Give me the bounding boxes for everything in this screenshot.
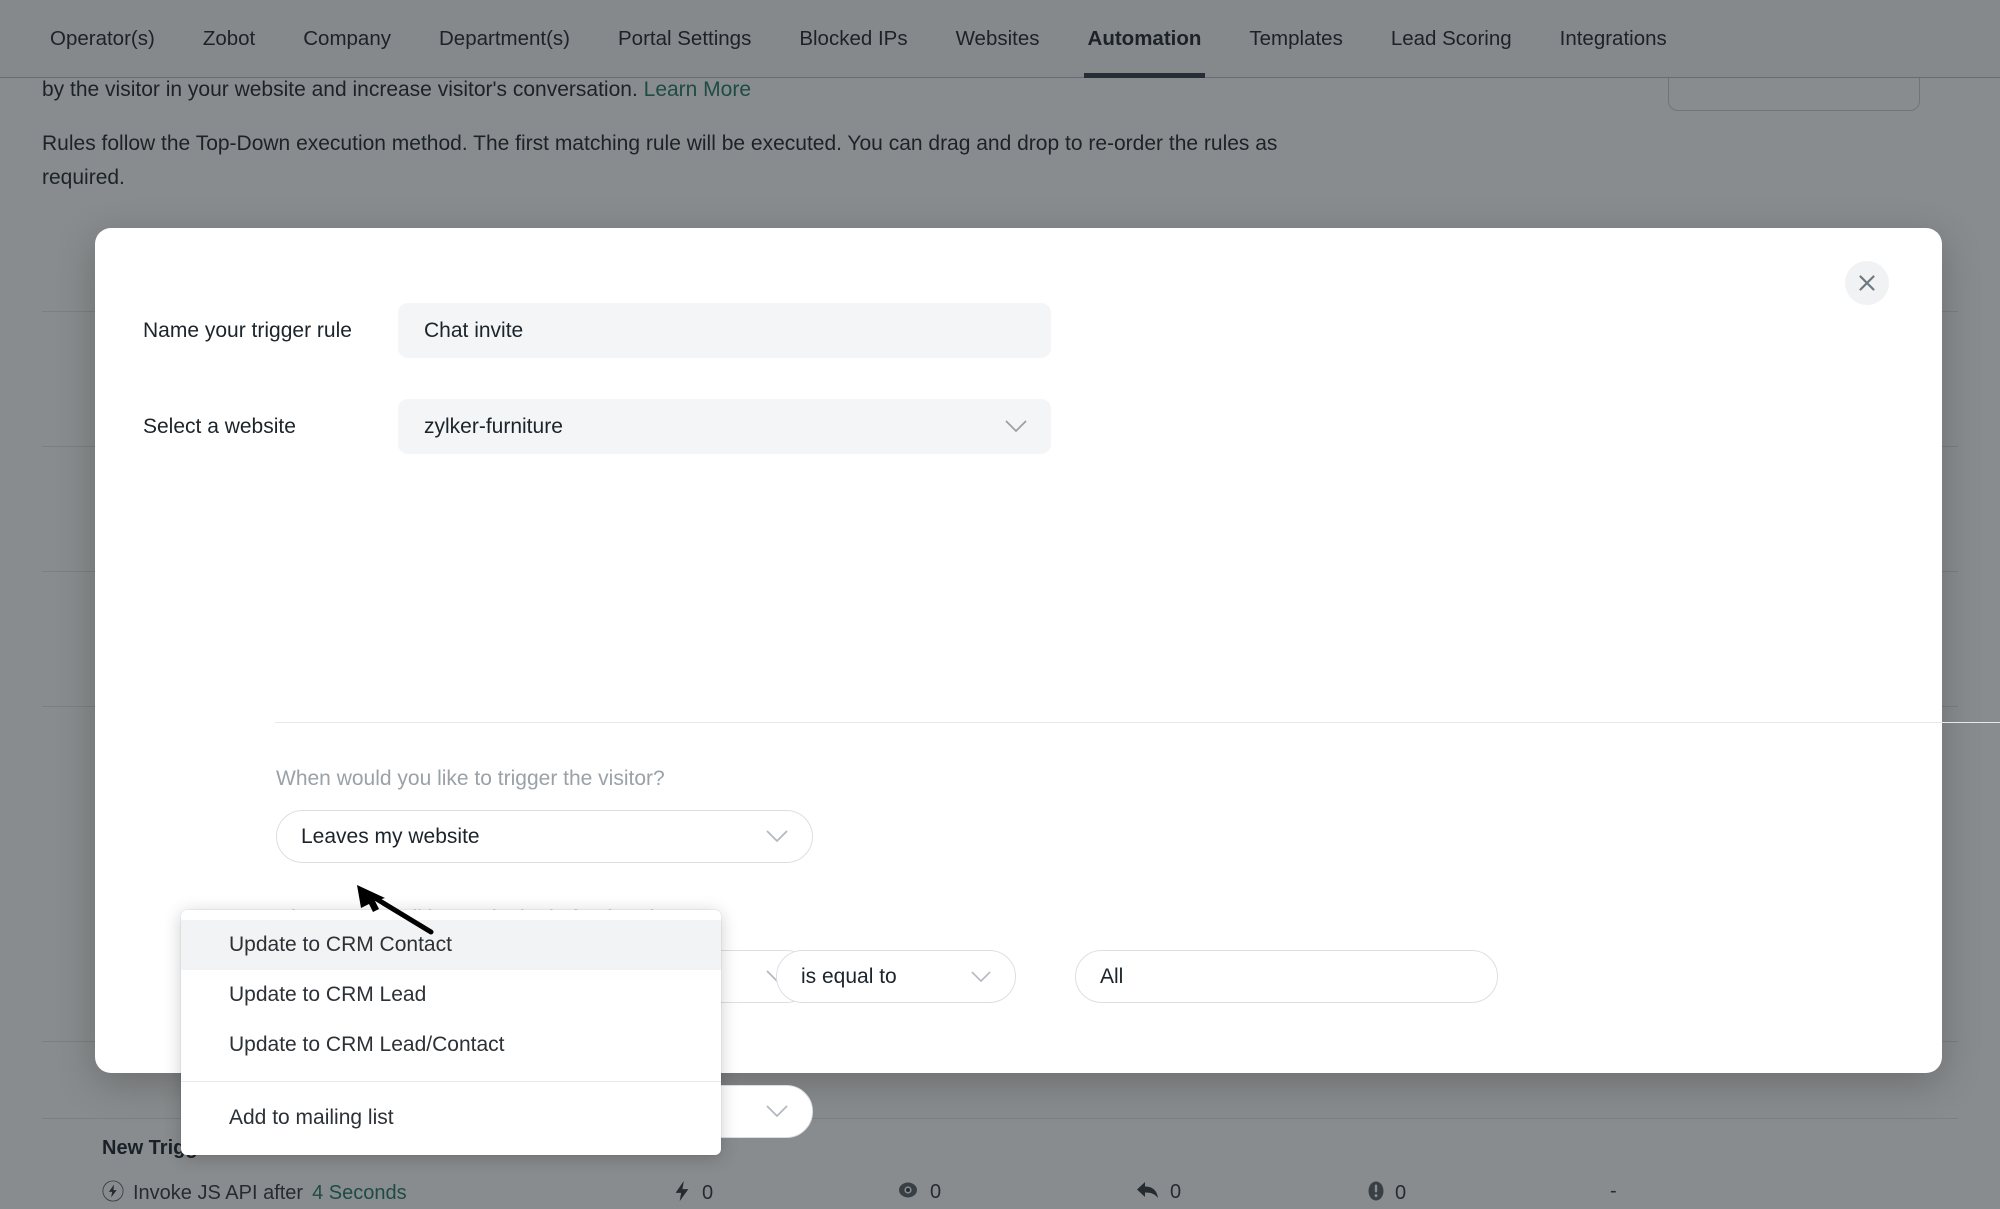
modal-divider: [275, 722, 2000, 723]
menu-separator: [181, 1081, 721, 1082]
chevron-down-icon: [971, 965, 991, 989]
chevron-down-icon: [766, 825, 788, 849]
action-dropdown-menu: Update to CRM Contact Update to CRM Lead…: [181, 910, 721, 1155]
when-question-label: When would you like to trigger the visit…: [276, 767, 665, 791]
condition-operator-value: is equal to: [801, 965, 897, 989]
app-root: by the visitor in your website and incre…: [0, 0, 2000, 1209]
rule-name-label: Name your trigger rule: [143, 319, 398, 343]
menu-item-add-to-mailing-list[interactable]: Add to mailing list: [181, 1093, 721, 1143]
when-trigger-value: Leaves my website: [301, 825, 480, 849]
website-select-value: zylker-furniture: [424, 415, 563, 439]
close-icon: [1856, 272, 1878, 294]
field-row-rule-name: Name your trigger rule Chat invite: [143, 303, 1051, 358]
rule-name-input[interactable]: Chat invite: [398, 303, 1051, 358]
menu-item-update-crm-lead-contact[interactable]: Update to CRM Lead/Contact: [181, 1020, 721, 1070]
menu-item-update-crm-lead[interactable]: Update to CRM Lead: [181, 970, 721, 1020]
when-trigger-select[interactable]: Leaves my website: [276, 810, 813, 863]
chevron-down-icon: [1005, 415, 1027, 439]
close-button[interactable]: [1845, 261, 1889, 305]
field-row-website: Select a website zylker-furniture: [143, 399, 1051, 454]
menu-item-update-crm-contact[interactable]: Update to CRM Contact: [181, 920, 721, 970]
website-select[interactable]: zylker-furniture: [398, 399, 1051, 454]
website-label: Select a website: [143, 415, 398, 439]
condition-operator-select[interactable]: is equal to: [776, 950, 1016, 1003]
chevron-down-icon: [766, 1100, 788, 1124]
condition-criteria-input[interactable]: All: [1075, 950, 1498, 1003]
